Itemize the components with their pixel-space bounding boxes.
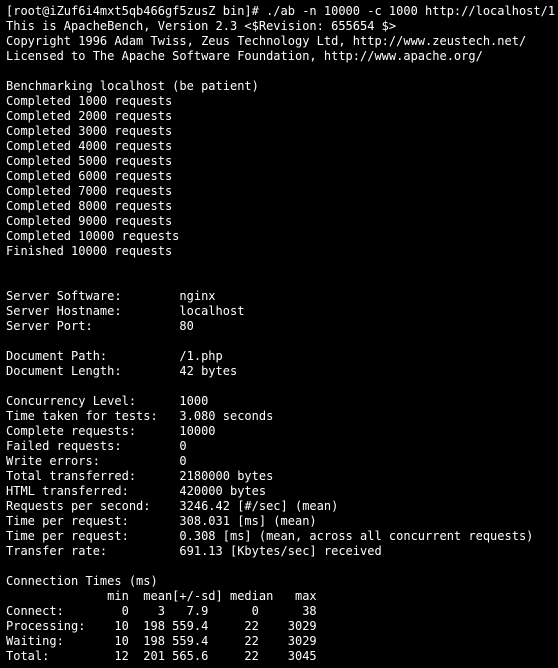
progress-line: Completed 10000 requests	[6, 229, 552, 244]
total-transferred: Total transferred: 2180000 bytes	[6, 469, 552, 484]
ab-version: This is ApacheBench, Version 2.3 <$Revis…	[6, 19, 552, 34]
progress-line: Completed 9000 requests	[6, 214, 552, 229]
requests-per-second: Requests per second: 3246.42 [#/sec] (me…	[6, 499, 552, 514]
transfer-rate: Transfer rate: 691.13 [Kbytes/sec] recei…	[6, 544, 552, 559]
connection-times-title: Connection Times (ms)	[6, 574, 552, 589]
progress-line: Completed 6000 requests	[6, 169, 552, 184]
progress-line: Completed 7000 requests	[6, 184, 552, 199]
blank-line	[6, 259, 552, 274]
complete-requests: Complete requests: 10000	[6, 424, 552, 439]
shell-prompt: [root@iZuf6i4mxt5qb466gf5zusZ bin]# ./ab…	[6, 4, 552, 19]
failed-requests: Failed requests: 0	[6, 439, 552, 454]
progress-line: Completed 4000 requests	[6, 139, 552, 154]
benchmark-intro: Benchmarking localhost (be patient)	[6, 79, 552, 94]
blank-line	[6, 559, 552, 574]
ab-license: Licensed to The Apache Software Foundati…	[6, 49, 552, 64]
concurrency-level: Concurrency Level: 1000	[6, 394, 552, 409]
blank-line	[6, 379, 552, 394]
blank-line	[6, 334, 552, 349]
ab-copyright: Copyright 1996 Adam Twiss, Zeus Technolo…	[6, 34, 552, 49]
server-software: Server Software: nginx	[6, 289, 552, 304]
blank-line	[6, 64, 552, 79]
document-length: Document Length: 42 bytes	[6, 364, 552, 379]
server-hostname: Server Hostname: localhost	[6, 304, 552, 319]
progress-line: Completed 5000 requests	[6, 154, 552, 169]
finished-line: Finished 10000 requests	[6, 244, 552, 259]
write-errors: Write errors: 0	[6, 454, 552, 469]
document-path: Document Path: /1.php	[6, 349, 552, 364]
processing-row: Processing: 10 198 559.4 22 3029	[6, 619, 552, 634]
progress-line: Completed 2000 requests	[6, 109, 552, 124]
server-port: Server Port: 80	[6, 319, 552, 334]
progress-line: Completed 8000 requests	[6, 199, 552, 214]
blank-line	[6, 274, 552, 289]
waiting-row: Waiting: 10 198 559.4 22 3029	[6, 634, 552, 649]
time-per-request-concurrent: Time per request: 0.308 [ms] (mean, acro…	[6, 529, 552, 544]
progress-line: Completed 3000 requests	[6, 124, 552, 139]
progress-line: Completed 1000 requests	[6, 94, 552, 109]
total-row: Total: 12 201 565.6 22 3045	[6, 649, 552, 664]
time-taken: Time taken for tests: 3.080 seconds	[6, 409, 552, 424]
connection-times-header: min mean[+/-sd] median max	[6, 589, 552, 604]
html-transferred: HTML transferred: 420000 bytes	[6, 484, 552, 499]
time-per-request-mean: Time per request: 308.031 [ms] (mean)	[6, 514, 552, 529]
connect-row: Connect: 0 3 7.9 0 38	[6, 604, 552, 619]
